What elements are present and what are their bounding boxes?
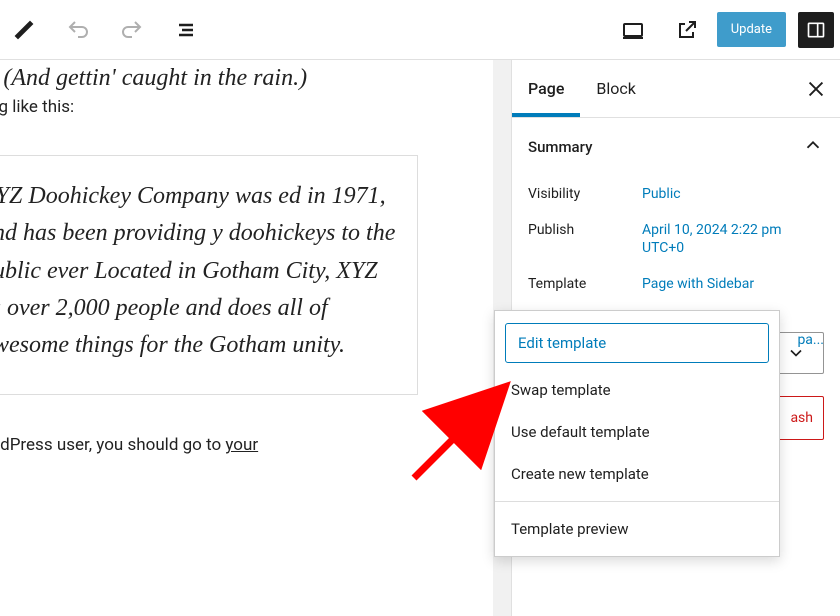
template-row: Template Page with Sidebar	[528, 266, 824, 302]
template-label: Template	[528, 276, 624, 292]
publish-label: Publish	[528, 222, 624, 238]
visibility-value[interactable]: Public	[642, 186, 824, 202]
blockquote-text[interactable]: as. (And gettin' caught in the rain.)	[0, 60, 440, 97]
publish-datetime: April 10, 2024 2:22 pm	[642, 222, 782, 238]
template-popover: Edit template Swap template Use default …	[494, 310, 780, 557]
redo-button[interactable]	[108, 6, 156, 54]
popover-use-default-template[interactable]: Use default template	[495, 411, 779, 453]
toolbar-right-group: Update	[609, 6, 834, 54]
sidebar-tabs: Page Block	[512, 60, 840, 118]
summary-section-toggle[interactable]: Summary	[512, 118, 840, 176]
paragraph-prefix: WordPress user, you should go to	[0, 435, 225, 455]
device-preview-button[interactable]	[609, 6, 657, 54]
close-sidebar-button[interactable]	[792, 65, 840, 113]
editor-canvas[interactable]: as. (And gettin' caught in the rain.) th…	[0, 60, 440, 616]
blockquote-text[interactable]: XYZ Doohickey Company was ed in 1971, an…	[0, 178, 399, 364]
tools-button[interactable]	[0, 6, 48, 54]
settings-panel-toggle[interactable]	[798, 12, 834, 48]
publish-tz: UTC+0	[642, 240, 824, 256]
paragraph-text[interactable]: WordPress user, you should go to your	[0, 435, 440, 455]
popover-template-preview[interactable]: Template preview	[495, 508, 779, 550]
popover-swap-template[interactable]: Swap template	[495, 369, 779, 411]
visibility-label: Visibility	[528, 186, 624, 202]
top-toolbar: Update	[0, 0, 840, 60]
tab-page[interactable]: Page	[512, 60, 580, 117]
publish-row: Publish April 10, 2024 2:22 pm UTC+0	[528, 212, 824, 266]
author-label-truncated: pa...	[797, 332, 824, 348]
blockquote-block[interactable]: XYZ Doohickey Company was ed in 1971, an…	[0, 155, 418, 395]
publish-value[interactable]: April 10, 2024 2:22 pm UTC+0	[642, 222, 824, 256]
tab-block[interactable]: Block	[580, 60, 651, 117]
popover-edit-template[interactable]: Edit template	[505, 323, 769, 363]
document-overview-button[interactable]	[162, 6, 210, 54]
template-value[interactable]: Page with Sidebar	[642, 276, 824, 292]
toolbar-left-group	[0, 6, 210, 54]
paragraph-link[interactable]: your	[225, 435, 258, 455]
popover-create-new-template[interactable]: Create new template	[495, 453, 779, 495]
popover-divider	[495, 501, 779, 502]
update-button[interactable]: Update	[717, 12, 786, 47]
visibility-row: Visibility Public	[528, 176, 824, 212]
chevron-up-icon	[802, 134, 824, 160]
view-page-button[interactable]	[663, 6, 711, 54]
paragraph-text[interactable]: thing like this:	[0, 97, 440, 117]
summary-title: Summary	[528, 138, 592, 156]
undo-button[interactable]	[54, 6, 102, 54]
